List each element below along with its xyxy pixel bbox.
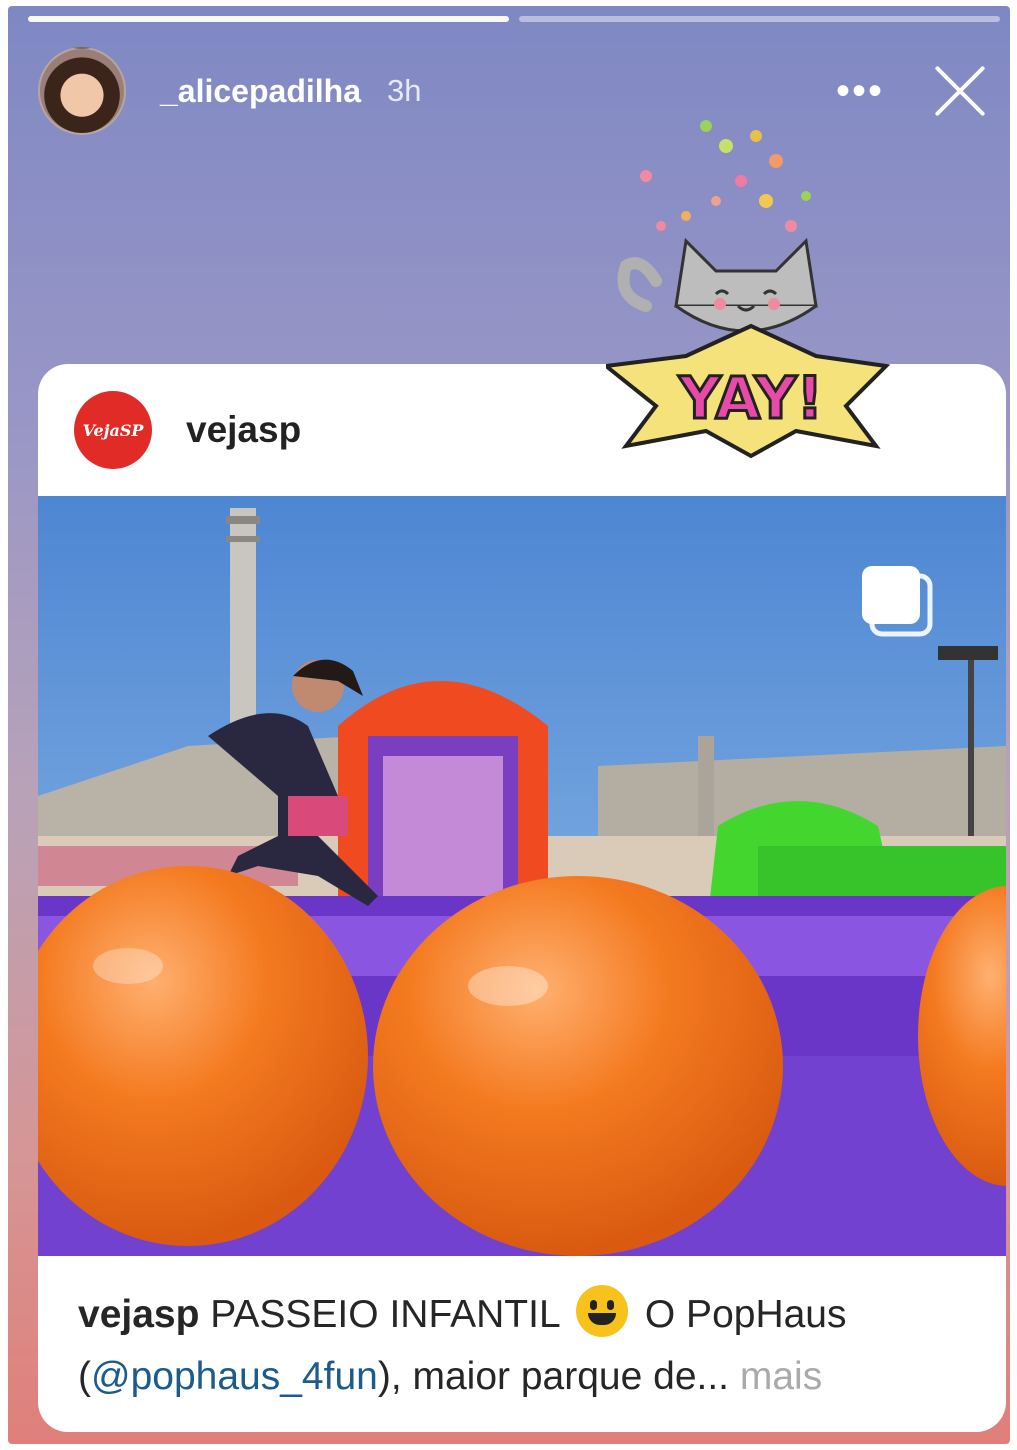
- shared-post-card[interactable]: VejaSP vejasp vejasp PASSEIO INFANTIL O …: [38, 364, 1006, 1432]
- logo-text: VejaSP: [82, 420, 144, 440]
- story-username[interactable]: _alicepadilha: [160, 73, 361, 110]
- progress-segment: [28, 16, 509, 22]
- caption-text-1: PASSEIO INFANTIL: [210, 1293, 560, 1336]
- post-photo[interactable]: [38, 496, 1006, 1256]
- smiley-emoji-icon: [576, 1285, 629, 1337]
- caption-text-3: , maior parque de...: [390, 1355, 730, 1398]
- avatar[interactable]: [38, 47, 126, 135]
- caption-username[interactable]: vejasp: [78, 1293, 199, 1336]
- close-icon[interactable]: [930, 61, 990, 121]
- story-time: 3h: [386, 73, 422, 108]
- story-viewer[interactable]: _alicepadilha 3h ••• VejaSP vejasp vejas…: [8, 6, 1010, 1444]
- caption-text-2: O PopHaus: [644, 1293, 847, 1336]
- sticker-text: YAY!: [678, 364, 823, 432]
- caption-paren-close: ): [377, 1355, 391, 1398]
- confetti-icon: [640, 120, 811, 232]
- caption-mention[interactable]: @pophaus_4fun: [91, 1355, 378, 1398]
- story-progress-bar: [28, 16, 1000, 22]
- caption-more-link[interactable]: mais: [740, 1355, 822, 1398]
- post-caption: vejasp PASSEIO INFANTIL O PopHaus (@poph…: [38, 1256, 1006, 1408]
- progress-segment: [519, 16, 1000, 22]
- caption-paren-open: (: [78, 1355, 91, 1398]
- more-horizontal-icon[interactable]: •••: [836, 71, 884, 111]
- vejasp-logo[interactable]: VejaSP: [74, 391, 152, 469]
- post-username[interactable]: vejasp: [186, 409, 301, 451]
- cat-yay-sticker[interactable]: YAY!: [601, 106, 896, 466]
- cat-icon: [674, 237, 818, 333]
- carousel-icon: [858, 562, 936, 640]
